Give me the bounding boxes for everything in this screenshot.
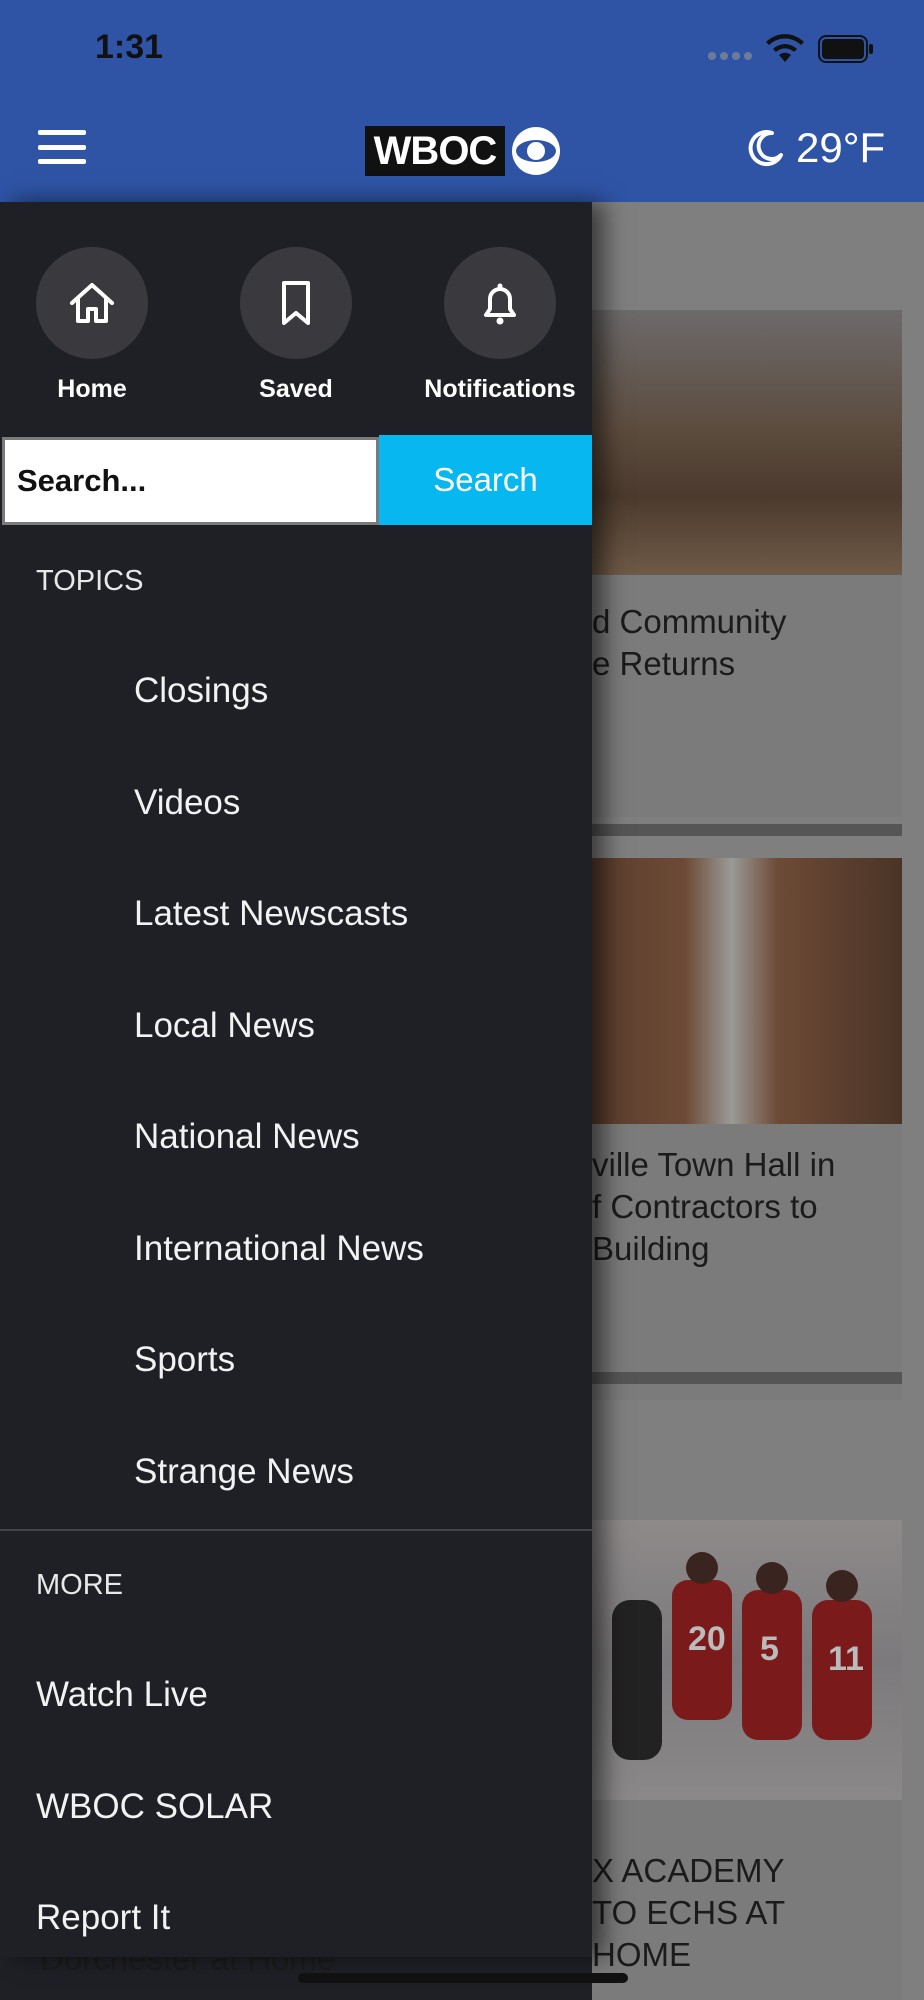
app-header: 1:31 WBOC 29°F	[0, 0, 924, 202]
topic-videos[interactable]: Videos	[134, 783, 240, 823]
news-card-title-1: d Community e Returns	[592, 603, 787, 682]
topic-local-news[interactable]: Local News	[134, 1006, 315, 1046]
news-card-image-2[interactable]	[592, 858, 902, 1124]
news-card-title-2: ville Town Hall in f Contractors to Buil…	[592, 1146, 836, 1267]
topic-national-news[interactable]: National News	[134, 1117, 360, 1157]
topic-latest-newscasts[interactable]: Latest Newscasts	[134, 894, 408, 934]
news-feed-background: d Community e Returns ville Town Hall in…	[592, 202, 924, 2000]
card-divider	[592, 1372, 902, 1384]
news-card-image-3[interactable]: 20 5 11	[592, 1520, 902, 1800]
bookmark-icon	[282, 281, 310, 325]
weather-widget[interactable]: 29°F	[746, 124, 885, 172]
card-divider	[592, 824, 902, 836]
bell-icon	[484, 283, 516, 325]
saved-icon-circle	[240, 247, 352, 359]
topic-international-news[interactable]: International News	[134, 1229, 424, 1269]
battery-icon	[818, 35, 873, 63]
more-wboc-solar[interactable]: WBOC SOLAR	[36, 1787, 273, 1827]
status-time: 1:31	[95, 28, 164, 66]
news-card-2[interactable]: ville Town Hall in f Contractors to Buil…	[592, 1124, 902, 1400]
cellular-signal-icon	[708, 52, 752, 60]
svg-text:5: 5	[760, 1630, 779, 1668]
cbs-eye-icon	[512, 127, 560, 175]
svg-text:20: 20	[688, 1620, 726, 1658]
logo-text: WBOC	[365, 126, 505, 176]
more-report-it[interactable]: Report It	[36, 1898, 170, 1938]
topic-sports[interactable]: Sports	[134, 1340, 235, 1380]
notifications-label: Notifications	[424, 375, 576, 403]
news-card-image-1[interactable]	[592, 310, 902, 575]
svg-text:11: 11	[828, 1640, 864, 1678]
home-indicator	[298, 1973, 628, 1983]
wifi-icon	[766, 34, 804, 62]
saved-link[interactable]: Saved	[216, 247, 376, 404]
home-icon	[70, 283, 114, 323]
news-card-1[interactable]: d Community e Returns	[592, 575, 902, 817]
home-link[interactable]: Home	[12, 247, 172, 404]
notifications-link[interactable]: Notifications	[420, 247, 580, 404]
home-label: Home	[57, 375, 127, 403]
navigation-drawer: Home Saved Notifications Search... Searc…	[0, 202, 592, 1957]
home-icon-circle	[36, 247, 148, 359]
weather-temperature: 29°F	[796, 124, 886, 171]
news-card-3[interactable]: X ACADEMY TO ECHS AT HOME	[592, 1800, 902, 2000]
more-header: MORE	[36, 1569, 123, 1601]
topics-header: TOPICS	[36, 565, 144, 597]
search-button[interactable]: Search	[379, 435, 592, 525]
search-input[interactable]: Search...	[2, 437, 379, 525]
basketball-players-photo: 20 5 11	[612, 1552, 872, 1760]
topic-closings[interactable]: Closings	[134, 671, 268, 711]
news-card-title-3: X ACADEMY TO ECHS AT HOME	[592, 1852, 786, 1973]
topic-strange-news[interactable]: Strange News	[134, 1452, 354, 1492]
wboc-logo[interactable]: WBOC	[365, 126, 560, 176]
menu-button[interactable]	[38, 130, 86, 164]
notifications-icon-circle	[444, 247, 556, 359]
more-watch-live[interactable]: Watch Live	[36, 1675, 208, 1715]
saved-label: Saved	[259, 375, 333, 403]
drawer-divider	[0, 1529, 592, 1531]
moon-icon	[748, 130, 783, 167]
